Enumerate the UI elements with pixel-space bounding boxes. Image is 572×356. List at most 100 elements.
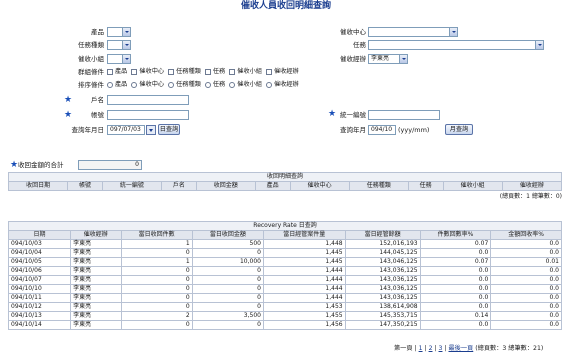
column-header: 催收中心 — [289, 181, 350, 191]
table-cell: 0 — [120, 302, 193, 312]
column-header: 當日經管餘額 — [344, 230, 421, 240]
table-cell: 0.0 — [419, 320, 492, 330]
table-cell: 0.0 — [419, 275, 492, 285]
pager-separator: | — [414, 345, 417, 352]
group-conditions-label: 群組條件 — [78, 68, 104, 76]
table-cell: 2 — [120, 311, 193, 321]
total-amount-label: 收回金額的合計 — [18, 161, 64, 169]
collector-value: 李東亮 — [371, 55, 390, 62]
table-cell: 0 — [120, 248, 193, 258]
pager-page-1[interactable]: 1 — [419, 345, 423, 352]
group-option-collector[interactable]: 催收經辦 — [266, 67, 299, 77]
product-select[interactable] — [107, 27, 131, 37]
required-star-icon: ★ — [10, 160, 19, 170]
pager-separator: | — [444, 345, 447, 352]
table-cell: 李東亮 — [70, 302, 122, 312]
table-row: 094/10/03 李東亮 1 500 1,448 152,016,193 0.07 0.0 — [7, 239, 562, 249]
table-cell: 1,455 — [262, 311, 346, 321]
table-cell: 0 — [191, 275, 264, 285]
checkbox[interactable] — [204, 69, 211, 75]
checkbox[interactable] — [107, 69, 113, 75]
task-select[interactable] — [368, 40, 544, 50]
table-cell: 0.0 — [490, 239, 562, 249]
group-option-team[interactable]: 催收小組 — [229, 67, 262, 77]
radio-button[interactable] — [131, 82, 138, 88]
table-cell: 094/10/13 — [7, 311, 72, 321]
table-cell: 0.01 — [490, 257, 562, 267]
table-cell: 143,036,125 — [344, 284, 421, 294]
table-cell: 李東亮 — [70, 320, 122, 330]
table-cell: 0 — [191, 284, 264, 294]
table-cell: 0.0 — [419, 248, 492, 258]
column-header: 帳號 — [67, 181, 103, 191]
table-cell: 0 — [120, 284, 193, 294]
uniform-no-input[interactable] — [368, 110, 440, 120]
chevron-down-icon — [399, 55, 407, 63]
column-header: 催收經辦 — [70, 230, 122, 240]
radio-button[interactable] — [107, 82, 113, 88]
table-cell: 0 — [191, 293, 264, 303]
radio-button[interactable] — [266, 82, 272, 88]
sort-option-task[interactable]: 任務 — [204, 80, 225, 90]
account-name-input[interactable] — [107, 95, 189, 105]
table-cell: 1,456 — [262, 320, 346, 330]
table-cell: 0.07 — [419, 257, 492, 267]
table-cell: 李東亮 — [70, 284, 122, 294]
table-row: 094/10/14 李東亮 0 0 1,456 147,350,215 0.0 0.0 — [7, 320, 562, 330]
checkbox[interactable] — [229, 69, 236, 75]
checkbox[interactable] — [131, 69, 138, 75]
table-cell: 0 — [191, 302, 264, 312]
recovery-rate-table: Recovery Rate 日查詢 日期 催收經辦 當日收回件數 當日收回金額 當日經管… — [7, 221, 562, 330]
table-cell: 143,036,125 — [344, 266, 421, 276]
table-cell: 094/10/07 — [7, 275, 72, 285]
table-cell: 094/10/04 — [7, 248, 72, 258]
column-header: 日期 — [7, 230, 72, 240]
collection-team-select[interactable] — [107, 54, 131, 64]
task-type-label: 任務種類 — [78, 41, 104, 49]
chevron-down-icon — [535, 41, 543, 49]
table-cell: 1,445 — [262, 248, 346, 258]
query-month-label: 查詢年月 — [340, 126, 366, 134]
column-header: 任務種類 — [348, 181, 409, 191]
query-date-input[interactable]: 097/07/03 — [107, 125, 145, 135]
collection-center-select[interactable] — [368, 27, 458, 37]
collector-select[interactable]: 李東亮 — [368, 54, 408, 64]
account-no-input[interactable] — [107, 110, 189, 120]
date-picker-button[interactable] — [146, 125, 156, 135]
table-row: 094/10/06 李東亮 0 0 1,444 143,036,125 0.0 0.0 — [7, 266, 562, 276]
group-option-task-type[interactable]: 任務種類 — [168, 67, 201, 77]
monthly-query-button[interactable]: 月查詢 — [445, 124, 473, 135]
radio-button[interactable] — [229, 82, 236, 88]
pager-page-3[interactable]: 3 — [439, 345, 443, 352]
sort-option-collector[interactable]: 催收經辦 — [266, 80, 299, 90]
table-cell: 1,444 — [262, 284, 346, 294]
sort-option-center[interactable]: 催收中心 — [131, 80, 164, 90]
group-option-task[interactable]: 任務 — [204, 67, 225, 77]
column-header: 當日收回件數 — [120, 230, 193, 240]
table-cell: 094/10/14 — [7, 320, 72, 330]
radio-button[interactable] — [168, 82, 175, 88]
column-header: 件數回數率% — [419, 230, 492, 240]
radio-button[interactable] — [204, 82, 211, 88]
table-cell: 094/10/03 — [7, 239, 72, 249]
query-date-label: 查詢年月日 — [71, 126, 105, 134]
pager-separator: | — [424, 345, 427, 352]
pager-page-2[interactable]: 2 — [429, 345, 433, 352]
task-type-select[interactable] — [107, 40, 131, 50]
account-no-label: 帳號 — [91, 111, 104, 119]
sort-option-product[interactable]: 產品 — [107, 80, 127, 90]
query-month-input[interactable]: 094/10 — [368, 125, 396, 135]
group-option-product[interactable]: 產品 — [107, 67, 127, 77]
table-cell: 1 — [120, 257, 193, 267]
table-cell: 143,036,125 — [344, 275, 421, 285]
table-cell: 0 — [120, 320, 193, 330]
group-option-center[interactable]: 催收中心 — [131, 67, 164, 77]
detail-table: 收回明細查詢 收回日期 帳號 統一編號 戶名 收回金額 產品 催收中心 任務種類… — [7, 172, 563, 191]
sort-option-task-type[interactable]: 任務種類 — [168, 80, 201, 90]
sort-option-team[interactable]: 催收小組 — [229, 80, 262, 90]
pager-last-page[interactable]: 最後一頁 — [449, 345, 474, 352]
detail-table-caption: 收回明細查詢 — [8, 172, 562, 182]
checkbox[interactable] — [168, 69, 175, 75]
daily-query-button[interactable]: 日查詢 — [158, 124, 180, 135]
checkbox[interactable] — [266, 69, 272, 75]
